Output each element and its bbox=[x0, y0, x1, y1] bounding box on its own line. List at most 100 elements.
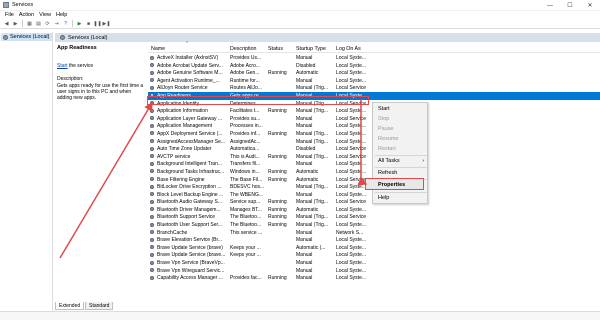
service-startup-type: Manual bbox=[296, 191, 313, 198]
column-header-name[interactable]: Name bbox=[151, 46, 165, 52]
service-status: Running bbox=[268, 222, 287, 229]
gear-icon bbox=[60, 35, 65, 40]
service-description: Provides Us... bbox=[230, 55, 262, 61]
service-row[interactable]: Bluetooth Support Service The Bluetoo... R… bbox=[148, 213, 600, 221]
menu-separator bbox=[375, 167, 427, 168]
service-description: Service sup... bbox=[230, 199, 261, 206]
service-log-on-as: Local Syste... bbox=[336, 55, 367, 61]
service-description: Windows in... bbox=[230, 168, 260, 175]
gear-icon bbox=[150, 55, 154, 60]
service-description: Keeps your ... bbox=[230, 244, 261, 251]
service-startup-type: Manual bbox=[296, 55, 313, 61]
menu-item-all-tasks[interactable]: All Tasks bbox=[378, 158, 400, 164]
menu-item-stop: Stop bbox=[378, 116, 390, 122]
maximize-button[interactable]: ☐ bbox=[560, 0, 580, 11]
service-row[interactable]: ActiveX Installer (AxInstSV) Provides Us.… bbox=[148, 54, 600, 62]
service-row[interactable]: Bluetooth User Support Ser... The Bluetoo… bbox=[148, 221, 600, 229]
menu-item-refresh[interactable]: Refresh bbox=[378, 170, 397, 176]
export-list-icon[interactable]: ⇥ bbox=[53, 20, 60, 27]
gear-icon bbox=[150, 252, 154, 257]
service-startup-type: Manual bbox=[296, 275, 313, 282]
gear-icon bbox=[150, 207, 154, 212]
tab-standard[interactable]: Standard bbox=[85, 302, 114, 310]
column-header-startup-type[interactable]: Startup Type bbox=[296, 46, 326, 52]
service-name: Bluetooth Support Service bbox=[157, 214, 216, 221]
service-startup-type: Automatic bbox=[296, 176, 319, 183]
service-name: Application Information bbox=[157, 108, 208, 115]
service-log-on-as: Local Syste... bbox=[336, 62, 367, 69]
service-description: Adobe Acro... bbox=[230, 62, 261, 69]
service-row[interactable]: Brave Update Service (brave) Keeps your .… bbox=[148, 244, 600, 252]
service-startup-type: Manual (Trig... bbox=[296, 199, 329, 206]
menu-file[interactable]: File bbox=[5, 12, 14, 18]
service-row[interactable]: Brave Vpn Wireguard Servic... Manual Local… bbox=[148, 267, 600, 275]
service-log-on-as: Local Syste... bbox=[336, 252, 367, 259]
stop-service-icon[interactable]: ■ bbox=[85, 20, 92, 27]
gear-icon bbox=[150, 192, 154, 197]
restart-service-icon[interactable]: ▶❚ bbox=[102, 20, 110, 27]
service-name: BitLocker Drive Encryption ... bbox=[157, 184, 222, 191]
refresh-icon[interactable]: ⟳ bbox=[44, 20, 51, 27]
show-hide-tree-icon[interactable]: ▦ bbox=[26, 20, 33, 27]
menu-item-properties[interactable]: Properties bbox=[365, 178, 424, 190]
menu-item-properties-label: Properties bbox=[378, 182, 406, 188]
service-startup-type: Manual (Trig... bbox=[296, 130, 329, 137]
service-row[interactable]: Agent Activation Runtime_... Runtime for.… bbox=[148, 77, 600, 85]
service-row[interactable]: AllJoyn Router Service Routes AllJo... Man… bbox=[148, 84, 600, 92]
tree-item-services-local[interactable]: Services (Local) bbox=[1, 33, 52, 41]
service-name: AppX Deployment Service (... bbox=[157, 130, 223, 137]
menu-help[interactable]: Help bbox=[56, 12, 67, 18]
tab-extended[interactable]: Extended bbox=[55, 302, 85, 310]
close-button[interactable]: ✕ bbox=[580, 0, 600, 11]
menu-item-help[interactable]: Help bbox=[378, 195, 389, 201]
service-log-on-as: Local Service bbox=[336, 85, 367, 92]
service-startup-type: Manual bbox=[296, 229, 313, 236]
annotation-arrow-to-row bbox=[59, 101, 153, 259]
forward-arrow-icon[interactable]: ▶ bbox=[12, 20, 19, 27]
highlight-box-selected-row bbox=[147, 95, 369, 105]
service-name: Adobe Genuine Software M... bbox=[157, 70, 223, 77]
service-name: Brave Vpn Wireguard Servic... bbox=[157, 267, 225, 274]
column-header-log-on-as[interactable]: Log On As bbox=[336, 46, 361, 52]
properties-sheet-icon[interactable]: ▤ bbox=[35, 20, 42, 27]
help-icon[interactable]: ? bbox=[62, 20, 69, 27]
service-name: Application Management bbox=[157, 123, 213, 130]
start-service-text: Start the service bbox=[57, 63, 145, 69]
menu-view[interactable]: View bbox=[39, 12, 51, 18]
service-status: Running bbox=[268, 214, 287, 221]
menu-action[interactable]: Action bbox=[19, 12, 34, 18]
service-row[interactable]: Adobe Genuine Software M... Adobe Gen... R… bbox=[148, 69, 600, 77]
window-title: Services bbox=[12, 2, 34, 8]
console-tree: Services (Local) bbox=[0, 32, 53, 320]
submenu-arrow-icon: › bbox=[422, 158, 424, 164]
service-row[interactable]: Adobe Acrobat Update Serv... Adobe Acro..… bbox=[148, 62, 600, 70]
service-startup-type: Manual (Trig... bbox=[296, 153, 329, 160]
service-startup-type: Manual bbox=[296, 252, 313, 259]
column-header-description[interactable]: Description bbox=[230, 46, 257, 52]
service-description: The Bluetoo... bbox=[230, 214, 262, 221]
service-row[interactable]: BranchCache This service ... Manual Network… bbox=[148, 229, 600, 237]
column-header-status[interactable]: Status bbox=[268, 46, 283, 52]
service-row[interactable]: Capability Access Manager ... Provides fa… bbox=[148, 274, 600, 282]
back-arrow-icon[interactable]: ◀ bbox=[3, 20, 10, 27]
start-service-icon[interactable]: ▶ bbox=[76, 20, 83, 27]
service-row[interactable]: Brave Vpn Service (BraveVp... Manual Local… bbox=[148, 259, 600, 267]
service-row[interactable]: Bluetooth Driver Managem... Manages BT...… bbox=[148, 206, 600, 214]
tree-item-label: Services (Local) bbox=[10, 34, 50, 40]
menu-item-start[interactable]: Start bbox=[378, 106, 390, 112]
title-bar: Services — ☐ ✕ bbox=[0, 0, 600, 11]
service-name: Auto Time Zone Updater bbox=[157, 146, 212, 153]
gear-icon bbox=[150, 237, 154, 242]
service-name: Bluetooth User Support Ser... bbox=[157, 222, 223, 229]
gear-icon bbox=[150, 116, 154, 121]
gear-icon bbox=[150, 139, 154, 144]
description-label: Description: bbox=[57, 76, 84, 82]
service-row[interactable]: Brave Elevation Service (Br... Manual Loca… bbox=[148, 236, 600, 244]
gear-icon bbox=[150, 63, 154, 68]
service-startup-type: Manual bbox=[296, 77, 313, 84]
start-service-link[interactable]: Start bbox=[57, 63, 68, 69]
service-description: The WBENG... bbox=[230, 191, 264, 198]
service-row[interactable]: Brave Update Service (brave... Keeps your… bbox=[148, 251, 600, 259]
pause-service-icon[interactable]: ❚❚ bbox=[93, 20, 101, 27]
minimize-button[interactable]: — bbox=[540, 0, 560, 11]
